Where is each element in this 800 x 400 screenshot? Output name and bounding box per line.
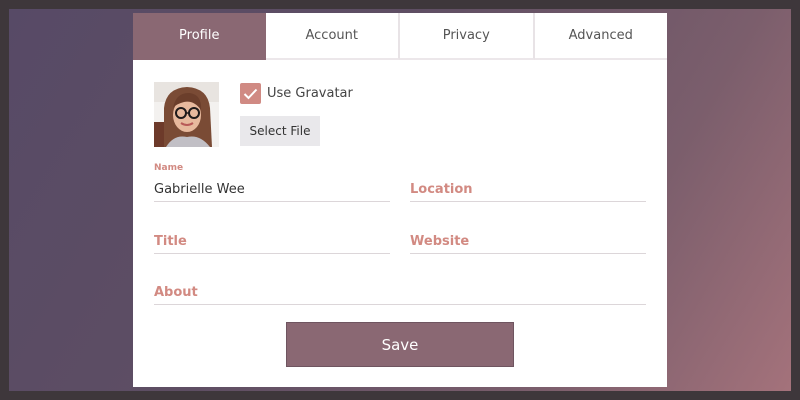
location-placeholder: Location [410,182,473,197]
about-placeholder: About [154,285,198,300]
gravatar-checkbox[interactable] [240,83,261,104]
tab-bar: Profile Account Privacy Advanced [133,13,667,60]
tab-account[interactable]: Account [265,13,400,60]
tab-advanced[interactable]: Advanced [534,13,667,60]
location-field[interactable]: Location [410,176,646,202]
about-field[interactable]: About [154,279,646,305]
website-placeholder: Website [410,234,470,249]
name-label: Name [154,163,184,173]
profile-card: Profile Account Privacy Advanced Use Gra… [133,13,667,387]
tab-profile[interactable]: Profile [133,13,266,60]
title-field[interactable]: Title [154,228,390,254]
title-placeholder: Title [154,234,187,249]
gravatar-option: Use Gravatar [240,83,353,104]
tab-privacy[interactable]: Privacy [400,13,535,60]
name-field[interactable]: Name Gabrielle Wee [154,163,390,202]
website-field[interactable]: Website [410,228,646,254]
name-value: Gabrielle Wee [154,182,245,197]
select-file-button[interactable]: Select File [240,116,320,146]
gravatar-label: Use Gravatar [267,86,353,101]
avatar [154,82,219,147]
checkmark-icon [243,88,258,99]
save-button[interactable]: Save [286,322,514,367]
